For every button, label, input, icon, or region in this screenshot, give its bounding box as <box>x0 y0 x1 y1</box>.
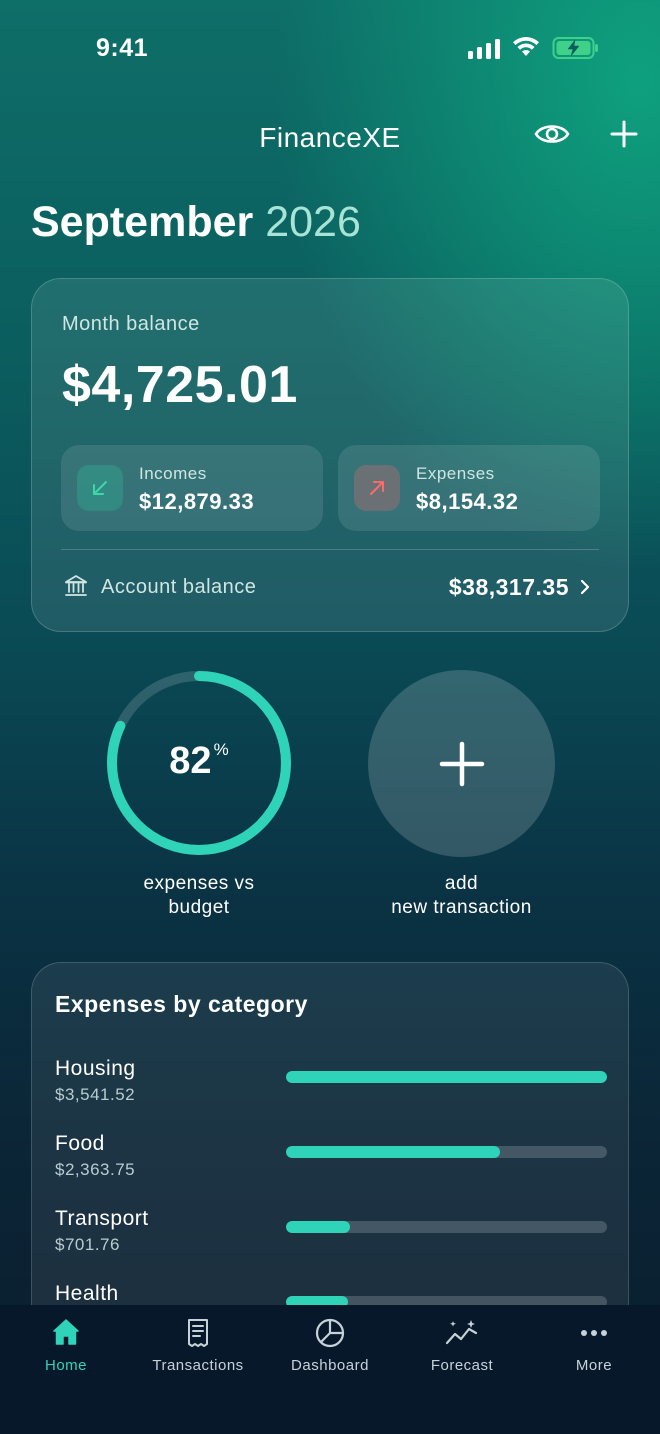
bank-icon <box>63 573 89 604</box>
budget-caption-line2: budget <box>168 897 230 918</box>
account-balance-label: Account balance <box>101 576 257 598</box>
more-dots-icon <box>528 1317 660 1349</box>
year-label: 2026 <box>265 198 361 246</box>
category-amount: $701.76 <box>55 1235 120 1254</box>
category-card-title: Expenses by category <box>55 991 308 1017</box>
header-add-button[interactable] <box>608 118 640 150</box>
incomes-value: $12,879.33 <box>139 489 255 514</box>
status-time: 9:41 <box>96 34 149 62</box>
category-bar-track <box>286 1071 607 1083</box>
tab-more[interactable]: More <box>528 1305 660 1405</box>
account-balance-value: $38,317.35 <box>448 574 569 600</box>
tab-label: Transactions <box>152 1357 244 1374</box>
month-balance-card: Month balance $4,725.01 Incomes $12,879.… <box>31 278 629 632</box>
tab-label: Home <box>44 1357 87 1374</box>
category-name: Transport <box>55 1207 149 1230</box>
toggle-visibility-button[interactable] <box>534 120 570 148</box>
account-balance-row[interactable]: Account balance $38,317.35 <box>61 565 599 609</box>
card-divider <box>61 549 599 550</box>
arrow-up-right-icon <box>354 465 400 511</box>
tab-label: Dashboard <box>291 1357 369 1374</box>
expenses-label: Expenses <box>416 464 495 483</box>
tab-transactions[interactable]: Transactions <box>132 1305 264 1405</box>
budget-percent-value: 82 <box>169 740 212 782</box>
category-row-housing[interactable]: Housing $3,541.52 <box>55 1057 607 1117</box>
tab-label: Forecast <box>430 1357 494 1374</box>
category-amount: $3,541.52 <box>55 1085 136 1104</box>
tab-forecast[interactable]: Forecast <box>396 1305 528 1405</box>
wifi-icon <box>511 36 541 63</box>
eye-icon <box>534 125 570 143</box>
status-bar: 9:41 <box>0 0 660 96</box>
home-icon <box>0 1317 132 1349</box>
add-transaction-caption: add new transaction <box>360 872 563 920</box>
budget-caption: expenses vs budget <box>96 872 302 920</box>
category-bar-fill <box>286 1221 350 1233</box>
expenses-value: $8,154.32 <box>416 489 519 514</box>
tab-dashboard[interactable]: Dashboard <box>264 1305 396 1405</box>
cellular-signal-icon <box>468 37 500 59</box>
category-bar-fill <box>286 1146 501 1158</box>
month-label: September <box>31 198 254 246</box>
category-row-food[interactable]: Food $2,363.75 <box>55 1132 607 1192</box>
category-name: Health <box>55 1282 119 1305</box>
month-balance-value: $4,725.01 <box>62 356 298 414</box>
plus-icon <box>439 741 484 786</box>
page-title: September 2026 <box>31 198 361 247</box>
budget-progress-ring[interactable]: 82% <box>104 668 294 858</box>
expenses-summary[interactable]: Expenses $8,154.32 <box>338 445 600 531</box>
plus-icon <box>610 120 638 148</box>
add-caption-line1: add <box>444 873 479 894</box>
incomes-label: Incomes <box>139 464 207 483</box>
incomes-summary[interactable]: Incomes $12,879.33 <box>61 445 323 531</box>
chevron-right-icon <box>579 578 591 601</box>
arrow-down-left-icon <box>77 465 123 511</box>
category-name: Housing <box>55 1057 136 1080</box>
category-bar-fill <box>286 1071 607 1083</box>
category-row-transport[interactable]: Transport $701.76 <box>55 1207 607 1267</box>
month-balance-label: Month balance <box>62 313 200 335</box>
tab-label: More <box>575 1357 613 1374</box>
budget-percent-unit: % <box>213 740 229 759</box>
battery-charging-icon <box>552 36 600 65</box>
category-amount: $2,363.75 <box>55 1160 136 1179</box>
receipt-icon <box>132 1317 264 1349</box>
category-bar-track <box>286 1221 607 1233</box>
budget-caption-line1: expenses vs <box>143 873 255 894</box>
category-name: Food <box>55 1132 105 1155</box>
app-header: FinanceXE <box>0 110 660 160</box>
budget-percent: 82% <box>104 740 294 783</box>
pie-chart-icon <box>264 1317 396 1349</box>
sparkle-trend-icon <box>396 1317 528 1349</box>
bottom-tab-bar: Home Transactions Dashboard Forecast Mor… <box>0 1305 660 1434</box>
add-caption-line2: new transaction <box>391 897 532 918</box>
tab-home[interactable]: Home <box>0 1305 132 1405</box>
category-bar-track <box>286 1146 607 1158</box>
add-transaction-button[interactable] <box>368 670 555 857</box>
